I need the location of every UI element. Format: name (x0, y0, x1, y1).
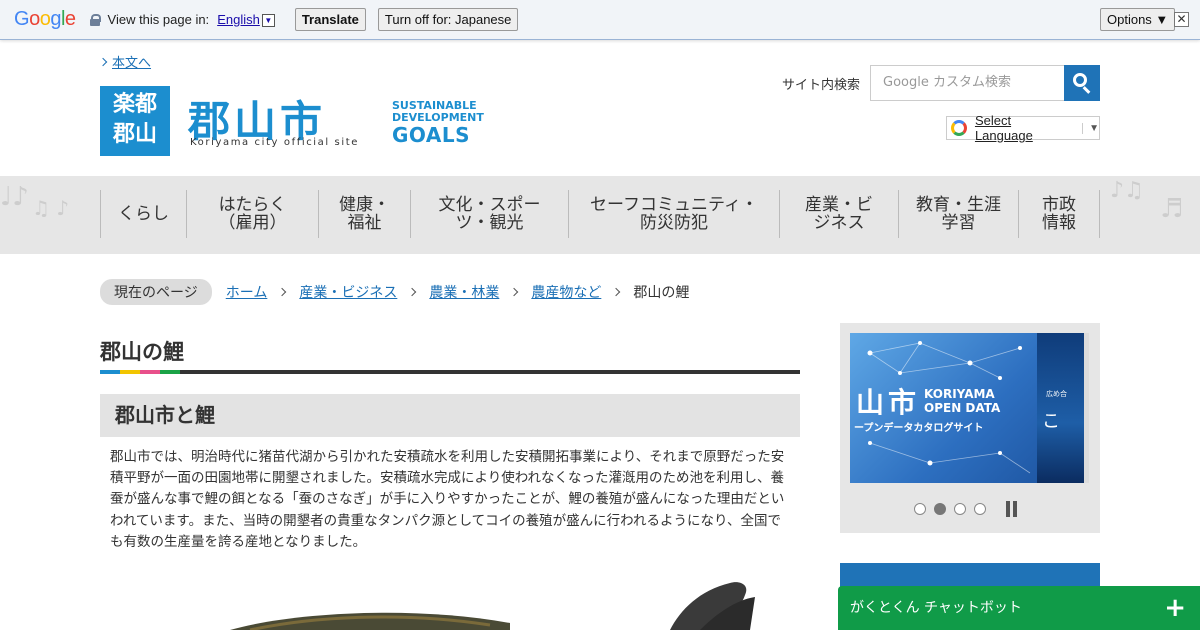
language-select[interactable]: English ▼ (217, 11, 275, 28)
nav-label: セーフコミュニティ・ 防災防犯 (590, 195, 758, 233)
skip-to-content-link[interactable]: 本文へ (98, 52, 152, 71)
search-icon (1073, 73, 1087, 87)
rakuto-koriyama-logo[interactable]: 楽都 郡山 (100, 86, 170, 156)
search-label: サイト内検索 (782, 78, 861, 93)
slide-right-text: こ (1042, 411, 1060, 432)
dropdown-arrow-icon: ▼ (261, 14, 275, 28)
slide-kanji: 山市 (856, 386, 921, 419)
slide-english: KORIYAMA OPEN DATA (924, 387, 1000, 415)
lock-icon (89, 13, 101, 26)
site-logo-subtitle: Koriyama city official site (190, 137, 360, 148)
select-language-label: Select Language (974, 113, 1033, 143)
pause-icon[interactable] (1006, 501, 1020, 517)
translate-prompt: View this page in: (107, 12, 210, 27)
music-note-icon: ♩♪ (0, 182, 29, 212)
open-data-banner[interactable]: 山市 KORIYAMA OPEN DATA ープンデータカタログサイト 広め合 … (850, 333, 1089, 483)
google-logo: Google (14, 8, 76, 30)
chevron-right-icon (408, 287, 417, 297)
nav-item-shisei[interactable]: 市政 情報 (1019, 190, 1100, 238)
nav-label: 文化・スポー ツ・観光 (438, 195, 541, 233)
global-nav: ♩♪ ♫ ♪ ♪♫ ♬ くらし はたらく （雇用） 健康・ 福祉 文化・スポー … (0, 176, 1200, 254)
slider-dot-3[interactable] (954, 503, 966, 515)
google-translate-bar: Google View this page in: English ▼ Trans… (0, 0, 1200, 40)
breadcrumb-link-nosanbutsu[interactable]: 農産物など (531, 282, 601, 302)
search-button[interactable] (1064, 65, 1100, 101)
slide-en-line1: KORIYAMA (924, 387, 995, 401)
slider-dot-4[interactable] (974, 503, 986, 515)
nav-item-bunka[interactable]: 文化・スポー ツ・観光 (411, 190, 569, 238)
slide-right-small: 広め合 (1046, 390, 1067, 398)
nav-label: 健康・ 福祉 (339, 195, 390, 233)
sdgs-goals: GOALS (392, 123, 471, 147)
language-value: English (217, 11, 260, 27)
chatbot-bar[interactable]: がくとくん チャットボット + (838, 586, 1200, 630)
sdgs-logo: SUSTAINABLE DEVELOPMENT GOALS (392, 100, 484, 147)
banner-slider: 山市 KORIYAMA OPEN DATA ープンデータカタログサイト 広め合 … (840, 323, 1100, 533)
nav-item-kyoiku[interactable]: 教育・生涯 学習 (899, 190, 1019, 238)
plus-icon[interactable]: + (1164, 586, 1186, 630)
options-button[interactable]: Options ▼ (1100, 8, 1176, 31)
breadcrumb-link-nogyo[interactable]: 農業・林業 (429, 282, 499, 302)
body-paragraph: 郡山市では、明治時代に猪苗代湖から引かれた安積疏水を利用した安積開拓事業により、… (110, 449, 785, 550)
slide-japanese: ープンデータカタログサイト (854, 423, 984, 434)
music-note-icon: ♪♫ (1110, 178, 1144, 203)
search-input[interactable]: Google カスタム検索 (870, 65, 1064, 101)
nav-item-kenko[interactable]: 健康・ 福祉 (319, 190, 411, 238)
chevron-down-icon: ▼ (1082, 122, 1099, 134)
slider-controls (914, 501, 1020, 517)
breadcrumb-link-home[interactable]: ホーム (226, 282, 268, 302)
music-note-icon: ♫ ♪ (32, 196, 70, 220)
chevron-right-icon (278, 287, 287, 297)
nav-item-kurashi[interactable]: くらし (101, 190, 187, 238)
nav-label: 教育・生涯 学習 (916, 195, 1001, 233)
breadcrumb: 現在のページ ホーム 産業・ビジネス 農業・林業 農産物など 郡山の鯉 (100, 279, 689, 305)
nav-item-safe-community[interactable]: セーフコミュニティ・ 防災防犯 (569, 190, 780, 238)
nav-label: はたらく （雇用） (218, 195, 287, 233)
slider-dot-2[interactable] (934, 503, 946, 515)
chevron-right-icon (98, 57, 108, 67)
breadcrumb-link-sangyo[interactable]: 産業・ビジネス (299, 282, 397, 302)
page-title: 郡山の鯉 (100, 340, 184, 364)
koi-fish-image (230, 582, 755, 630)
close-icon[interactable]: ✕ (1174, 12, 1189, 27)
music-note-icon: ♬ (1160, 194, 1184, 224)
title-underline (100, 370, 800, 374)
slider-dot-1[interactable] (914, 503, 926, 515)
nav-label: 産業・ビ ジネス (805, 195, 873, 233)
google-g-icon (951, 120, 967, 136)
skip-link-label: 本文へ (112, 56, 152, 71)
select-language-dropdown[interactable]: Select Language ▼ (946, 113, 1100, 143)
nav-label: くらし (118, 204, 169, 224)
chatbot-label: がくとくん チャットボット (850, 600, 1022, 616)
current-page-badge: 現在のページ (100, 279, 212, 305)
section-heading: 郡山市と鯉 (100, 394, 800, 437)
slide-en-line2: OPEN DATA (924, 401, 1001, 415)
breadcrumb-current: 郡山の鯉 (633, 285, 690, 301)
chevron-right-icon (612, 287, 621, 297)
logo-box-line1: 楽都 (112, 92, 157, 117)
translate-button[interactable]: Translate (294, 8, 366, 31)
chevron-right-icon (510, 287, 519, 297)
nav-items: くらし はたらく （雇用） 健康・ 福祉 文化・スポー ツ・観光 セーフコミュニ… (100, 190, 1100, 238)
turn-off-button[interactable]: Turn off for: Japanese (377, 8, 519, 31)
nav-label: 市政 情報 (1042, 195, 1076, 233)
nav-item-sangyo[interactable]: 産業・ビ ジネス (780, 190, 899, 238)
nav-item-hataraku[interactable]: はたらく （雇用） (187, 190, 319, 238)
logo-box-line2: 郡山 (112, 122, 157, 147)
